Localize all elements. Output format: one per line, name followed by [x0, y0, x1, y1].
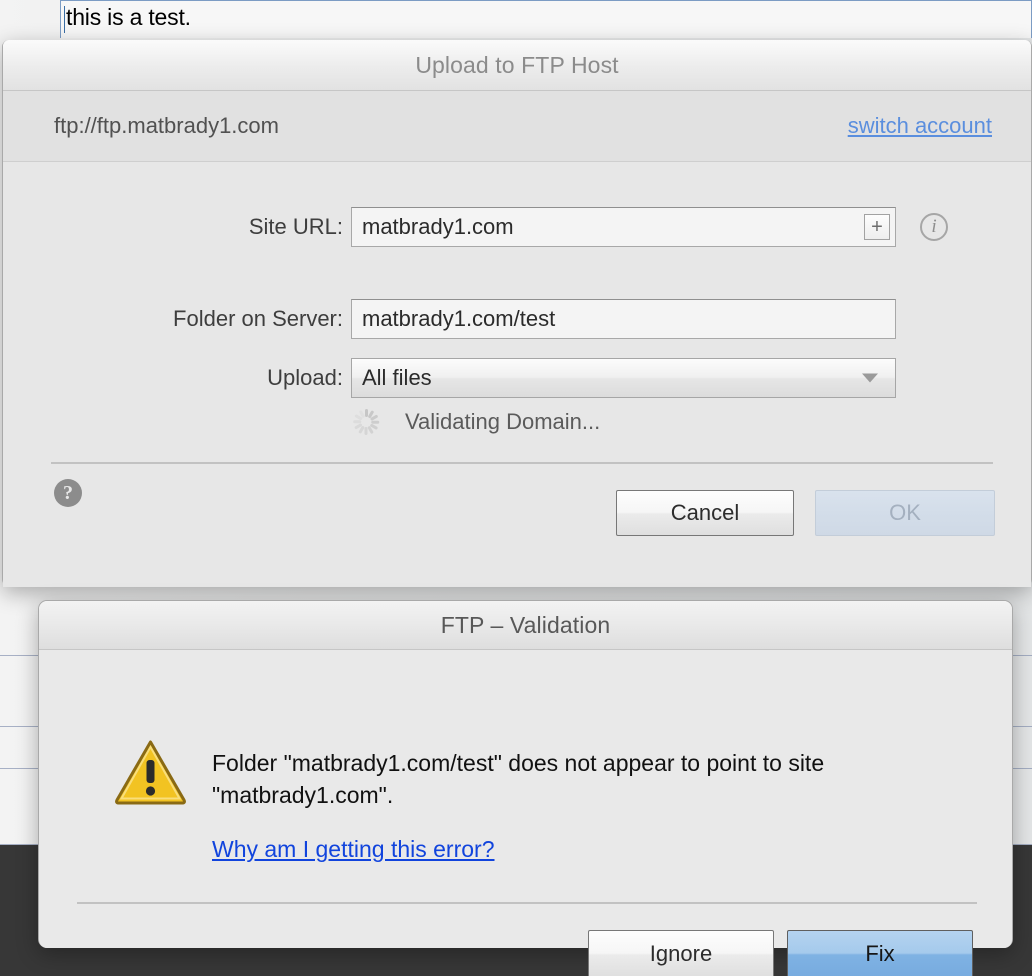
text-editor-area[interactable]: this is a test.	[60, 0, 1032, 38]
alert-body: Folder "matbrady1.com/test" does not app…	[39, 650, 1012, 976]
upload-selected-value: All files	[362, 365, 432, 390]
why-am-i-getting-this-error-link[interactable]: Why am I getting this error?	[212, 836, 495, 863]
editor-text: this is a test.	[66, 4, 191, 30]
account-url: ftp://ftp.matbrady1.com	[54, 113, 279, 138]
site-url-input[interactable]: matbrady1.com +	[351, 207, 896, 247]
site-url-label: Site URL:	[248, 214, 343, 239]
alert-separator	[77, 902, 977, 904]
validation-status-row: Validating Domain...	[351, 407, 600, 437]
spinner-icon	[351, 407, 381, 437]
validation-status-text: Validating Domain...	[405, 409, 601, 434]
switch-account-link[interactable]: switch account	[848, 113, 992, 139]
info-icon[interactable]: i	[920, 213, 948, 241]
upload-row: Upload: All files	[3, 358, 993, 398]
folder-on-server-label: Folder on Server:	[173, 306, 343, 331]
screen-root: this is a test. Upload to FTP Host ftp:/…	[0, 0, 1032, 976]
ftp-dialog-body: Site URL: matbrady1.com + i Folder on Se…	[3, 162, 1031, 587]
add-site-button[interactable]: +	[864, 214, 890, 240]
upload-select[interactable]: All files	[351, 358, 896, 398]
warning-triangle-icon	[114, 739, 187, 805]
ok-button: OK	[815, 490, 995, 536]
fix-button[interactable]: Fix	[787, 930, 973, 976]
alert-title: FTP – Validation	[440, 611, 611, 638]
ignore-button[interactable]: Ignore	[588, 930, 774, 976]
chevron-down-icon	[862, 373, 878, 383]
folder-on-server-row: Folder on Server: matbrady1.com/test	[3, 299, 993, 339]
folder-on-server-value: matbrady1.com/test	[362, 306, 556, 331]
upload-to-ftp-host-dialog: Upload to FTP Host ftp://ftp.matbrady1.c…	[2, 40, 1032, 587]
ftp-validation-alert-dialog: FTP – Validation Folder "matbrady1.com/t…	[38, 600, 1013, 976]
alert-titlebar: FTP – Validation	[39, 601, 1012, 650]
folder-on-server-input[interactable]: matbrady1.com/test	[351, 299, 896, 339]
account-bar: ftp://ftp.matbrady1.com switch account	[3, 91, 1031, 162]
help-button[interactable]: ?	[54, 479, 82, 507]
cancel-button[interactable]: Cancel	[616, 490, 794, 536]
site-url-row: Site URL: matbrady1.com + i	[3, 207, 993, 247]
ftp-dialog-title: Upload to FTP Host	[415, 51, 619, 78]
alert-message: Folder "matbrady1.com/test" does not app…	[212, 750, 825, 808]
upload-label: Upload:	[267, 365, 343, 390]
site-url-value: matbrady1.com	[362, 214, 514, 239]
text-cursor	[64, 6, 65, 33]
ftp-separator	[51, 462, 993, 464]
ftp-dialog-titlebar: Upload to FTP Host	[3, 40, 1031, 91]
